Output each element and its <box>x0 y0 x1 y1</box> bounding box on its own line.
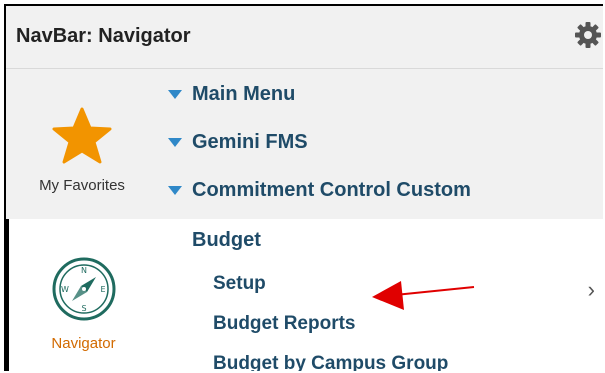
svg-text:S: S <box>81 304 86 313</box>
svg-text:W: W <box>61 285 69 294</box>
navbar-header: NavBar: Navigator <box>6 6 603 69</box>
tree-item-label: Gemini FMS <box>192 131 308 153</box>
caret-down-icon <box>168 186 182 195</box>
tree-item-setup[interactable]: Setup <box>213 273 266 295</box>
tree-item-gemini-fms[interactable]: Gemini FMS <box>168 131 308 154</box>
tree-item-commitment-control-custom[interactable]: Commitment Control Custom <box>168 179 471 202</box>
svg-text:N: N <box>81 266 87 275</box>
tree-item-budget[interactable]: Budget <box>192 229 261 252</box>
navigator-tree: Main Menu Gemini FMS Commitment Control … <box>158 69 603 371</box>
tree-item-label: Budget Reports <box>213 313 356 334</box>
compass-icon: N S W E <box>52 257 115 321</box>
tree-item-budget-reports[interactable]: Budget Reports <box>213 313 356 335</box>
star-icon <box>52 107 112 164</box>
rail-label-navigator: Navigator <box>51 335 116 352</box>
svg-text:E: E <box>100 285 105 294</box>
tree-item-budget-by-campus-group[interactable]: Budget by Campus Group <box>213 353 448 371</box>
tree-item-label: Main Menu <box>192 83 296 105</box>
tree-item-label: Budget by Campus Group <box>213 353 449 371</box>
tree-item-label: Budget <box>192 229 261 251</box>
caret-down-icon <box>168 138 182 147</box>
navbar-panel: NavBar: Navigator My Favorites N S W E N… <box>4 4 603 371</box>
gear-icon[interactable] <box>573 20 603 50</box>
tree-item-main-menu[interactable]: Main Menu <box>168 83 295 106</box>
caret-down-icon <box>168 90 182 99</box>
tree-item-label: Setup <box>213 273 266 294</box>
chevron-right-icon[interactable]: › <box>588 277 595 303</box>
rail-item-navigator[interactable]: N S W E Navigator <box>6 219 158 371</box>
navbar-left-rail: My Favorites N S W E Navigator <box>6 69 158 371</box>
rail-item-my-favorites[interactable]: My Favorites <box>6 69 158 219</box>
navbar-title: NavBar: Navigator <box>16 25 191 47</box>
tree-item-label: Commitment Control Custom <box>192 179 471 201</box>
rail-label-my-favorites: My Favorites <box>39 177 125 194</box>
